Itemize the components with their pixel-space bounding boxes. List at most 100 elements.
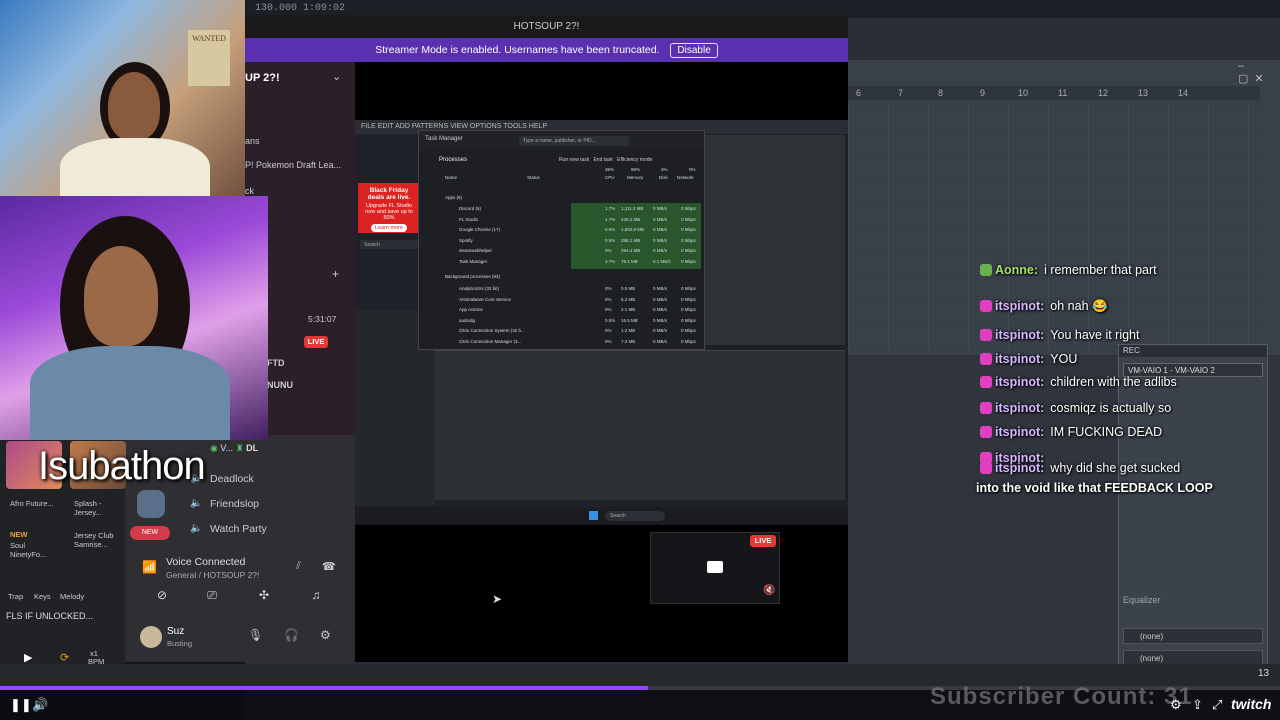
ruler-mark: 7 bbox=[898, 88, 904, 98]
process-name: Citrix Connection System (32 b... bbox=[459, 328, 525, 333]
stream-timer: 5:31:07 bbox=[308, 314, 337, 324]
col-header[interactable]: Memory bbox=[627, 175, 643, 180]
chat-text: oh nah 😂 bbox=[1050, 299, 1108, 313]
screen-share-icon[interactable]: ⎚ bbox=[194, 588, 230, 608]
soundboard-icon[interactable]: ♫ bbox=[298, 588, 334, 608]
disable-button[interactable]: Disable bbox=[670, 43, 718, 58]
camera-off-icon[interactable]: ⊘ bbox=[144, 588, 180, 608]
bg-header-label: Background processes (93) bbox=[445, 274, 501, 279]
tab-melody[interactable]: Melody bbox=[60, 592, 84, 601]
channel-friendslop[interactable]: Friendslop bbox=[210, 498, 259, 510]
chat-username[interactable]: itspinot: bbox=[995, 461, 1044, 475]
col-header[interactable]: Status bbox=[527, 175, 540, 180]
process-row[interactable]: audiodg 0.5% 16.5 MB 0 MB/s 0 Mbps bbox=[441, 316, 701, 326]
process-net: 0 Mbps bbox=[681, 248, 696, 253]
share-icon[interactable]: ⇪ bbox=[1192, 697, 1203, 713]
fl-ad-banner[interactable]: Black Friday deals are live. Upgrade FL … bbox=[358, 183, 420, 233]
album-title: Splash - Jersey... bbox=[74, 499, 102, 517]
equalizer-label: Equalizer bbox=[1123, 595, 1161, 605]
windows-start-icon[interactable] bbox=[589, 511, 598, 520]
track-label[interactable]: FLS IF UNLOCKED... bbox=[6, 611, 93, 621]
task-manager-search[interactable]: Type a name, publisher, or PID... bbox=[519, 136, 629, 146]
total-disk: 3% bbox=[661, 167, 668, 172]
channel-watch-party[interactable]: Watch Party bbox=[210, 523, 267, 535]
fullscreen-icon[interactable]: ⤢ bbox=[1212, 697, 1222, 713]
ruler-mark: 9 bbox=[980, 88, 986, 98]
col-header[interactable]: CPU bbox=[605, 175, 615, 180]
side-label[interactable]: FTD bbox=[267, 358, 285, 368]
voice-channel-name[interactable]: General / HOTSOUP 2?! bbox=[166, 570, 259, 580]
col-header[interactable]: Disk bbox=[659, 175, 668, 180]
chat-username[interactable]: itspinot: bbox=[995, 425, 1044, 439]
streamer-mode-message: Streamer Mode is enabled. Usernames have… bbox=[375, 44, 660, 56]
process-row[interactable]: AnalyticsSrv (32 bit) 0% 0.5 MB 0 MB/s 0 Mbp… bbox=[441, 284, 701, 294]
noise-suppression-icon[interactable]: ⫽ bbox=[296, 560, 301, 573]
process-row[interactable]: Citrix Connection System (32 b... 0% 1.2 M… bbox=[441, 326, 701, 336]
vaio-slot-1[interactable]: (none) bbox=[1123, 628, 1263, 644]
microphone-icon[interactable]: 🎙 bbox=[248, 628, 263, 642]
gear-icon[interactable]: ⚙ bbox=[320, 628, 331, 642]
process-row[interactable]: App Actions 0% 2.1 MB 0 MB/s 0 Mbps bbox=[441, 305, 701, 315]
end-task-button[interactable]: End task bbox=[593, 157, 612, 163]
col-header[interactable]: Network bbox=[677, 175, 694, 180]
side-label[interactable]: P! Pokemon Draft Lea... bbox=[245, 160, 341, 170]
chat-text: You have it right bbox=[1050, 328, 1140, 342]
side-label[interactable]: ck bbox=[245, 186, 254, 196]
play-icon[interactable]: ▶ bbox=[24, 651, 32, 664]
speaker-muted-icon[interactable]: 🔇 bbox=[763, 585, 775, 596]
run-new-task-button[interactable]: Run new task bbox=[559, 157, 589, 163]
stream-frame: 130.000 1:09:02 6 7 8 9 10 11 12 13 14 –… bbox=[0, 0, 1280, 720]
process-row[interactable]: Spotify 0.6% 288.1 MB 0 MB/s 0 Mbps bbox=[441, 236, 701, 246]
tab-keys[interactable]: Keys bbox=[34, 592, 51, 601]
settings-icon[interactable]: ⚙ bbox=[1170, 697, 1182, 713]
disconnect-icon[interactable]: ☎ bbox=[322, 560, 336, 573]
chat-username[interactable]: itspinot: bbox=[995, 352, 1044, 366]
process-row[interactable]: Citrix Connection Manager (3... 0% 7.2 MB 0… bbox=[441, 337, 701, 347]
taskbar-search[interactable]: Search bbox=[605, 511, 665, 521]
side-label[interactable]: ans bbox=[245, 136, 260, 146]
process-cpu: 0.5% bbox=[605, 317, 616, 323]
server-icon[interactable] bbox=[137, 490, 165, 518]
speaker-icon: 🔈 bbox=[190, 498, 203, 509]
headphones-icon[interactable]: 🎧 bbox=[284, 628, 299, 642]
process-row[interactable]: Task Manager 3.7% 79.1 MB 0.1 MB/s 0 Mbps bbox=[441, 257, 701, 267]
window-controls[interactable]: –▢✕ bbox=[1238, 60, 1280, 85]
process-disk: 0 MB/s bbox=[653, 206, 668, 211]
efficiency-mode-button[interactable]: Efficiency mode bbox=[617, 157, 652, 163]
chat-username[interactable]: itspinot: bbox=[995, 375, 1044, 389]
server-title[interactable]: UP 2?! bbox=[245, 72, 280, 84]
chevron-down-icon[interactable]: ⌄ bbox=[332, 70, 341, 83]
learn-more-button[interactable]: Learn more bbox=[371, 224, 407, 232]
process-row[interactable]: Antimalware Core Service 0% 6.2 MB 0 MB/s 0 … bbox=[441, 295, 701, 305]
chat-username[interactable]: itspinot: bbox=[995, 299, 1044, 313]
process-row[interactable]: steamwebhelper 0% 294.4 MB 0 MB/s 0 Mbps bbox=[441, 246, 701, 256]
processes-heading: Processes bbox=[439, 157, 468, 163]
process-row[interactable]: Google Chrome (17) 0.5% 1,604.8 MB 0 MB/s 0 … bbox=[441, 225, 701, 235]
chat-username[interactable]: itspinot: bbox=[995, 401, 1044, 415]
ruler-mark: 14 bbox=[1178, 88, 1189, 98]
chat-text: IM FUCKING DEAD bbox=[1050, 425, 1163, 439]
side-label[interactable]: NUNU bbox=[267, 380, 293, 390]
volume-icon[interactable]: 🔊 bbox=[32, 697, 48, 713]
channel-deadlock[interactable]: Deadlock bbox=[210, 473, 254, 485]
twitch-logo[interactable]: twitch bbox=[1231, 696, 1271, 712]
process-row[interactable]: Discord (6) 1.7% 1,111.3 MB 0 MB/s 0 Mbps bbox=[441, 204, 701, 214]
sub-badge-icon bbox=[980, 329, 992, 341]
pause-icon[interactable]: ❚❚ bbox=[10, 697, 32, 713]
live-badge: LIVE bbox=[750, 535, 776, 547]
chat-wrap-line: into the void like that FEEDBACK LOOP bbox=[976, 481, 1213, 495]
chat-username[interactable]: itspinot: bbox=[995, 328, 1044, 342]
add-icon[interactable]: + bbox=[332, 267, 339, 281]
chat-username[interactable]: Aonne: bbox=[995, 263, 1038, 277]
process-cpu: 0% bbox=[605, 328, 612, 333]
col-header[interactable]: Name bbox=[445, 175, 457, 180]
ruler-mark: 6 bbox=[856, 88, 862, 98]
loop-icon[interactable]: ⟳ bbox=[60, 651, 69, 664]
activities-icon[interactable]: ✣ bbox=[246, 588, 282, 608]
shirt bbox=[30, 346, 230, 440]
fl-search-field[interactable]: Search bbox=[360, 240, 420, 249]
process-net: 0 Mbps bbox=[681, 338, 696, 344]
avatar[interactable] bbox=[140, 626, 162, 648]
process-row[interactable]: FL Studio 1.7% 240.2 MB 0 MB/s 0 Mbps bbox=[441, 215, 701, 225]
tab-trap[interactable]: Trap bbox=[8, 592, 23, 601]
